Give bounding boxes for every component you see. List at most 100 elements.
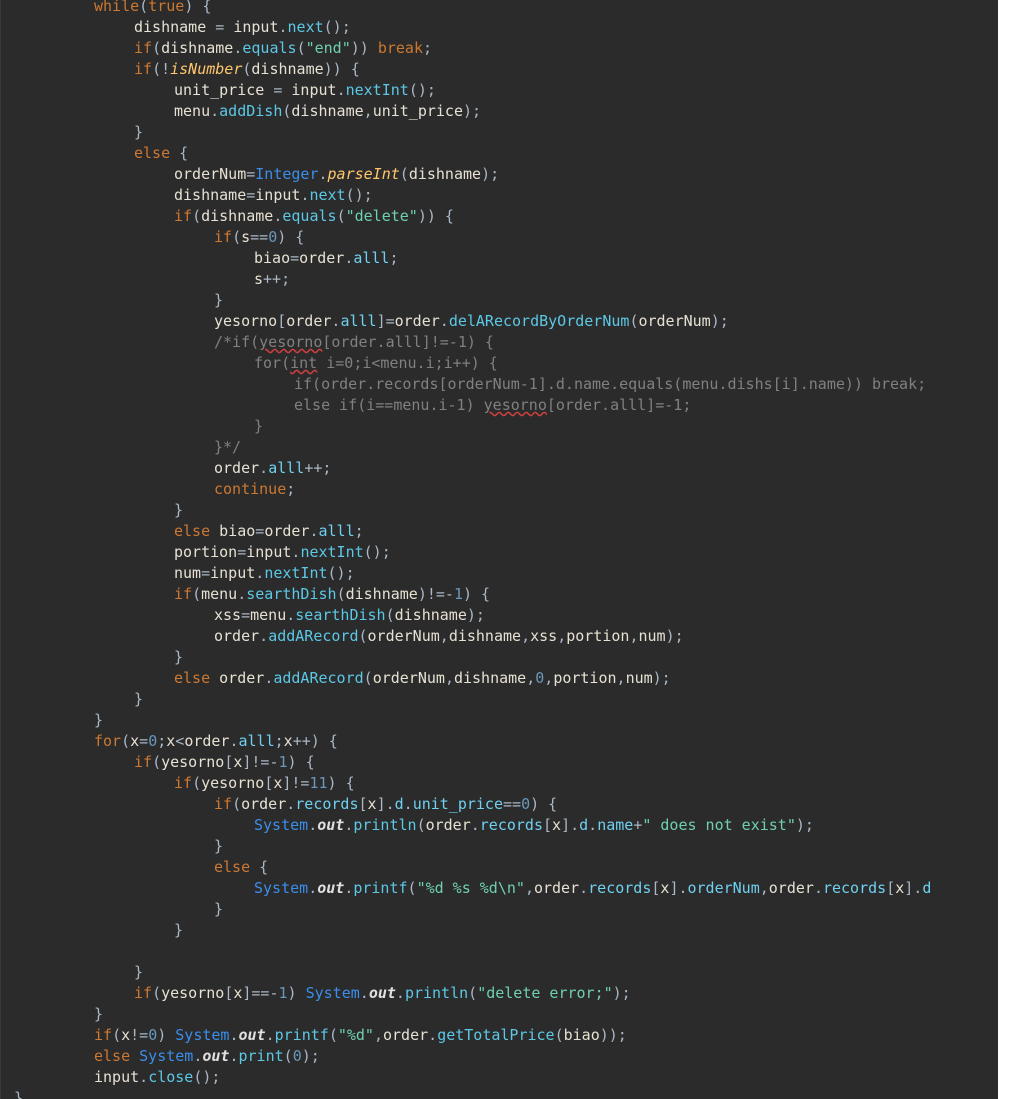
code-line[interactable]: } — [1, 899, 931, 920]
code-line[interactable]: } — [1, 647, 931, 668]
code-token: ( — [232, 795, 242, 813]
code-token: menu — [201, 585, 238, 603]
code-token: order — [533, 879, 580, 897]
code-line[interactable]: if(x!=0) System.out.printf("%d",order.ge… — [1, 1025, 931, 1046]
code-token: = — [246, 186, 256, 204]
code-token: int — [290, 354, 318, 372]
code-line[interactable]: if(order.records[orderNum-1].d.name.equa… — [1, 374, 931, 395]
code-token: == — [250, 228, 269, 246]
code-token: delARecordByOrderNum — [448, 312, 630, 330]
code-line[interactable]: System.out.println(order.records[x].d.na… — [1, 815, 931, 836]
code-line[interactable]: if(yesorno[x]==-1) System.out.println("d… — [1, 983, 931, 1004]
code-line[interactable]: for(x=0;x<order.alll;x++) { — [1, 731, 931, 752]
code-line[interactable]: orderNum=Integer.parseInt(dishname); — [1, 164, 931, 185]
code-line[interactable]: } — [1, 710, 931, 731]
code-token: portion — [566, 627, 630, 645]
code-token: 0 — [292, 1047, 302, 1065]
code-line[interactable]: } — [1, 920, 931, 941]
code-token: searthDish — [295, 606, 386, 624]
code-line[interactable]: continue; — [1, 479, 931, 500]
code-token: biao — [563, 1026, 600, 1044]
code-token: ( — [232, 228, 242, 246]
code-token: . — [237, 585, 247, 603]
code-line[interactable]: } — [1, 689, 931, 710]
code-token: else — [174, 522, 211, 540]
code-token: order — [286, 312, 332, 330]
code-token: = — [206, 18, 234, 36]
code-line[interactable]: System.out.printf("%d %s %d\n",order.rec… — [1, 878, 931, 899]
code-line[interactable]: if(order.records[x].d.unit_price==0) { — [1, 794, 931, 815]
code-line[interactable]: /*if(yesorno[order.alll]!=-1) { — [1, 332, 931, 353]
code-line[interactable]: } — [1, 1004, 931, 1025]
code-line[interactable]: while(true) { — [1, 0, 931, 17]
code-line[interactable]: } — [1, 290, 931, 311]
code-line[interactable]: order.addARecord(orderNum,dishname,xss,p… — [1, 626, 931, 647]
code-line[interactable]: num=input.nextInt(); — [1, 563, 931, 584]
code-line[interactable]: } — [1, 836, 931, 857]
code-token: dishname — [408, 165, 482, 183]
code-line[interactable]: portion=input.nextInt(); — [1, 542, 931, 563]
code-line[interactable]: } — [1, 1088, 931, 1099]
code-token: biao — [254, 249, 291, 267]
code-token: . — [470, 816, 480, 834]
code-line[interactable]: else System.out.print(0); — [1, 1046, 931, 1067]
code-token: } — [174, 501, 184, 519]
code-token: . — [309, 522, 319, 540]
code-token: yesorno — [214, 312, 278, 330]
code-token: dishname — [134, 18, 207, 36]
code-token: orderNum — [638, 312, 711, 330]
code-token: records — [295, 795, 359, 813]
code-token: ++; — [304, 459, 332, 477]
code-token: ; — [423, 39, 433, 57]
code-line[interactable]: } — [1, 122, 931, 143]
code-line[interactable]: if(s==0) { — [1, 227, 931, 248]
code-line[interactable]: dishname = input.next(); — [1, 17, 931, 38]
code-token: x — [552, 816, 562, 834]
code-token: print — [238, 1047, 284, 1065]
code-line[interactable]: unit_price = input.nextInt(); — [1, 80, 931, 101]
code-line[interactable]: } — [1, 500, 931, 521]
code-line[interactable]: }*/ — [1, 437, 931, 458]
code-token: )) { — [323, 60, 360, 78]
code-token: ++; — [263, 270, 291, 288]
vertical-scrollbar[interactable] — [998, 0, 1017, 1099]
code-token: input — [246, 543, 292, 561]
code-line[interactable]: if(menu.searthDish(dishname)!=-1) { — [1, 584, 931, 605]
code-token: . — [439, 312, 449, 330]
code-line[interactable]: else { — [1, 143, 931, 164]
code-line[interactable]: else order.addARecord(orderNum,dishname,… — [1, 668, 931, 689]
code-line[interactable] — [1, 941, 931, 962]
code-line[interactable]: else { — [1, 857, 931, 878]
code-token: 0 — [535, 669, 545, 687]
code-line[interactable]: input.close(); — [1, 1067, 931, 1088]
code-line[interactable]: else if(i==menu.i-1) yesorno[order.alll]… — [1, 395, 931, 416]
code-token: . — [395, 984, 405, 1002]
code-line[interactable]: order.alll++; — [1, 458, 931, 479]
code-line[interactable]: } — [1, 416, 931, 437]
code-line[interactable]: if(yesorno[x]!=11) { — [1, 773, 931, 794]
code-line[interactable]: menu.addDish(dishname,unit_price); — [1, 101, 931, 122]
code-token: input — [233, 18, 279, 36]
code-line[interactable]: if(!isNumber(dishname)) { — [1, 59, 931, 80]
code-line[interactable]: biao=order.alll; — [1, 248, 931, 269]
code-editor[interactable]: while(true) {dishname = input.next(); if(… — [0, 0, 999, 1099]
code-token: ++) { — [292, 732, 338, 750]
code-line[interactable]: s++; — [1, 269, 931, 290]
code-token: orderNum — [367, 627, 440, 645]
code-token: if — [214, 795, 233, 813]
code-token: d — [922, 879, 932, 897]
code-line[interactable]: for(int i=0;i<menu.i;i++) { — [1, 353, 931, 374]
code-line[interactable]: if(dishname.equals("delete")) { — [1, 206, 931, 227]
code-line[interactable]: } — [1, 962, 931, 983]
code-line[interactable]: yesorno[order.alll]=order.delARecordByOr… — [1, 311, 931, 332]
code-token: else — [174, 669, 211, 687]
code-line[interactable]: else biao=order.alll; — [1, 521, 931, 542]
code-line[interactable]: dishname=input.next(); — [1, 185, 931, 206]
code-line[interactable]: if(dishname.equals("end")) break; — [1, 38, 931, 59]
code-token: 0 — [148, 1026, 158, 1044]
code-token: ]. — [376, 795, 395, 813]
code-line[interactable]: xss=menu.searthDish(dishname); — [1, 605, 931, 626]
code-line[interactable]: if(yesorno[x]!=-1) { — [1, 752, 931, 773]
code-token: )) { — [417, 207, 454, 225]
code-token: addARecord — [273, 669, 364, 687]
